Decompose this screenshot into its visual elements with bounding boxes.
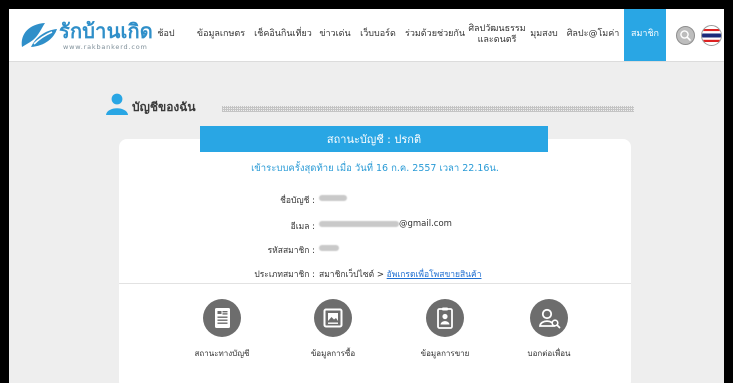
nav-webboard[interactable]: เว็บบอร์ด xyxy=(355,9,401,61)
id-badge-icon xyxy=(426,299,464,337)
page-frame: รักบ้านเกิด www.rakbankerd.com ช้อป ข้อม… xyxy=(9,9,724,383)
site-logo[interactable]: รักบ้านเกิด www.rakbankerd.com xyxy=(19,18,169,54)
search-icon xyxy=(680,30,691,41)
menu-purchase-info-label: ข้อมูลการซื้อ xyxy=(310,349,356,358)
account-name-label: ชื่อบัญชี : xyxy=(280,196,315,206)
member-id-value xyxy=(319,243,339,253)
menu-account-status-label: สถานะทางบัญชี xyxy=(194,349,250,358)
account-card: เข้าระบบครั้งสุดท้าย เมื่อ วันที่ 16 ก.ค… xyxy=(119,139,631,383)
member-type-text: สมาชิกเว็ปไซต์ > xyxy=(319,270,387,280)
nav-news[interactable]: ข่าวเด่น xyxy=(315,9,355,61)
account-name-row: ชื่อบัญชี : xyxy=(119,193,631,207)
nav-member[interactable]: สมาชิก xyxy=(624,9,666,61)
email-label: อีเมล : xyxy=(290,222,315,232)
account-name-value xyxy=(319,193,347,203)
menu-invite-friends[interactable]: บอกต่อเพื่อน xyxy=(499,299,599,369)
picture-frame-icon xyxy=(314,299,352,337)
nav-help[interactable]: ร่วมด้วยช่วยกัน xyxy=(402,9,468,61)
user-search-icon xyxy=(530,299,568,337)
nav-shop[interactable]: ช้อป xyxy=(151,9,181,61)
menu-divider xyxy=(119,283,631,284)
last-login-text: เข้าระบบครั้งสุดท้าย เมื่อ วันที่ 16 ก.ค… xyxy=(251,163,499,174)
page-title-row: บัญชีของฉัน xyxy=(104,93,634,115)
menu-sales-info-label: ข้อมูลการขาย xyxy=(420,349,470,358)
email-domain: @gmail.com xyxy=(399,219,452,229)
language-switch[interactable] xyxy=(701,25,722,46)
nav-otop[interactable]: ศิลปะ@โมค่า xyxy=(562,9,624,61)
member-type-value: สมาชิกเว็ปไซต์ > อัพเกรดเพื่อโพสขายสินค้… xyxy=(319,267,482,281)
nav-agri-info[interactable]: ข้อมูลเกษตร xyxy=(191,9,251,61)
menu-account-status[interactable]: สถานะทางบัญชี xyxy=(172,299,272,369)
site-header: รักบ้านเกิด www.rakbankerd.com ช้อป ข้อม… xyxy=(9,9,724,62)
member-id-row: รหัสสมาชิก : xyxy=(119,243,631,257)
thai-flag-icon xyxy=(702,29,721,42)
member-type-label: ประเภทสมาชิก : xyxy=(254,270,315,280)
member-id-label: รหัสสมาชิก : xyxy=(267,246,315,256)
account-status-bar: สถานะบัญชี : ปรกติ xyxy=(200,126,548,152)
menu-sales-info[interactable]: ข้อมูลการขาย xyxy=(395,299,495,369)
search-button[interactable] xyxy=(676,26,695,45)
member-type-row: ประเภทสมาชิก : สมาชิกเว็ปไซต์ > อัพเกรดเ… xyxy=(119,267,631,281)
nav-corner[interactable]: มุมสงบ xyxy=(526,9,562,61)
user-icon xyxy=(106,93,128,115)
document-list-icon xyxy=(203,299,241,337)
nav-travel[interactable]: เช็คอินกินเที่ยว xyxy=(251,9,315,61)
logo-leaf-icon xyxy=(21,23,57,47)
email-row: อีเมล : @gmail.com xyxy=(119,219,631,233)
menu-purchase-info[interactable]: ข้อมูลการซื้อ xyxy=(283,299,383,369)
menu-invite-friends-label: บอกต่อเพื่อน xyxy=(527,349,571,358)
upgrade-link[interactable]: อัพเกรดเพื่อโพสขายสินค้า xyxy=(387,270,482,280)
email-value: @gmail.com xyxy=(319,219,452,229)
title-divider xyxy=(222,106,634,112)
nav-culture[interactable]: ศิลปวัฒนธรรม และดนตรี xyxy=(468,9,526,61)
page-title: บัญชีของฉัน xyxy=(132,100,196,114)
logo-url: www.rakbankerd.com xyxy=(63,43,148,51)
